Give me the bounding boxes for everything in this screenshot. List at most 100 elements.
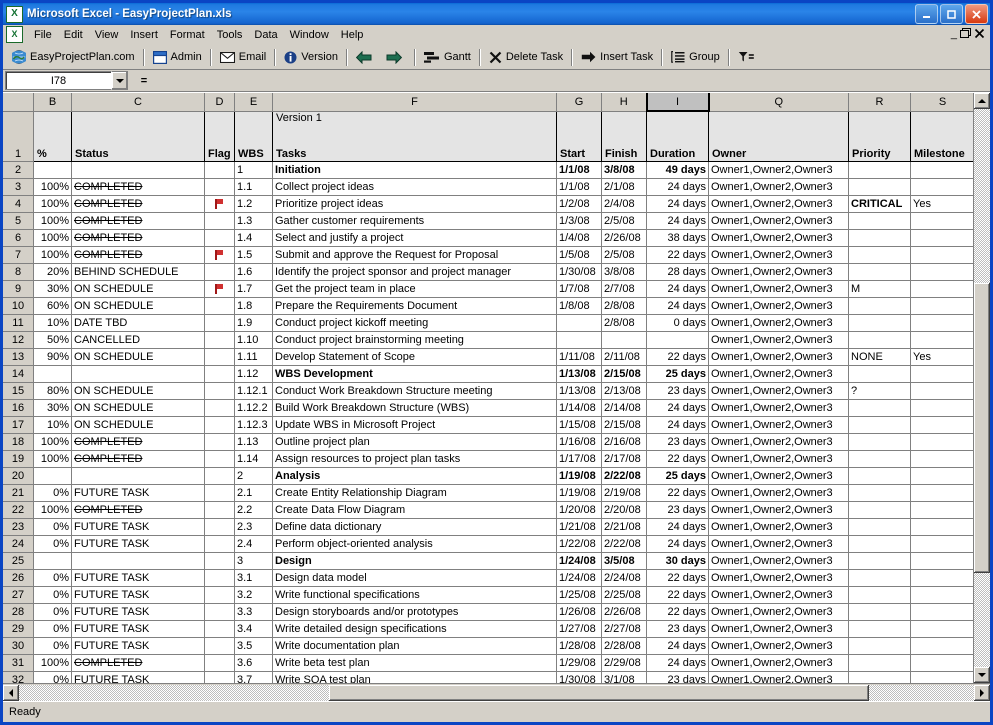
table-row[interactable]: 12 50% CANCELLED 1.10 Conduct project brains… bbox=[3, 331, 975, 349]
cell-wbs[interactable]: 2.4 bbox=[234, 535, 273, 553]
cell-wbs[interactable]: 1.6 bbox=[234, 263, 273, 281]
cell-task[interactable]: Gather customer requirements bbox=[272, 212, 557, 230]
cell-percent[interactable]: 0% bbox=[33, 535, 72, 553]
cell-owner[interactable]: Owner1,Owner2,Owner3 bbox=[708, 586, 849, 604]
cell-task[interactable]: Design data model bbox=[272, 569, 557, 587]
cell-status[interactable] bbox=[71, 365, 205, 383]
scroll-left-button[interactable] bbox=[3, 684, 19, 701]
cell-status[interactable]: FUTURE TASK bbox=[71, 535, 205, 553]
cell-start[interactable]: 1/16/08 bbox=[556, 433, 602, 451]
cell-status[interactable]: COMPLETED bbox=[71, 212, 205, 230]
cell-finish[interactable]: 2/7/08 bbox=[601, 280, 647, 298]
cell-status[interactable]: COMPLETED bbox=[71, 195, 205, 213]
cell-milestone[interactable] bbox=[910, 518, 975, 536]
cell-priority[interactable] bbox=[848, 620, 911, 638]
cell-wbs[interactable]: 1.14 bbox=[234, 450, 273, 468]
cell-wbs[interactable]: 3.6 bbox=[234, 654, 273, 672]
cell-percent[interactable]: 100% bbox=[33, 654, 72, 672]
cell-milestone[interactable] bbox=[910, 467, 975, 485]
row-header-8[interactable]: 8 bbox=[3, 263, 34, 281]
table-row[interactable]: 22 100% COMPLETED 2.2 Create Data Flow Diagr… bbox=[3, 501, 975, 519]
cell-percent[interactable]: 50% bbox=[33, 331, 72, 349]
cell-flag[interactable] bbox=[204, 535, 235, 553]
table-row[interactable]: 7 100% COMPLETED 1.5 Submit and approve the … bbox=[3, 246, 975, 264]
cell-status[interactable]: FUTURE TASK bbox=[71, 671, 205, 683]
maximize-button[interactable] bbox=[940, 4, 963, 24]
minimize-button[interactable] bbox=[915, 4, 938, 24]
cell-wbs[interactable]: 1.1 bbox=[234, 178, 273, 196]
cell-finish[interactable]: 2/8/08 bbox=[601, 297, 647, 315]
cell-flag[interactable] bbox=[204, 161, 235, 179]
cell-percent[interactable]: 60% bbox=[33, 297, 72, 315]
cell-start[interactable]: 1/20/08 bbox=[556, 501, 602, 519]
admin-button[interactable]: Admin bbox=[148, 47, 207, 68]
cell-finish[interactable]: 2/5/08 bbox=[601, 212, 647, 230]
cell-flag[interactable] bbox=[204, 314, 235, 332]
edit-formula-button[interactable]: = bbox=[133, 72, 155, 89]
cell-percent[interactable] bbox=[33, 161, 72, 179]
cell-milestone[interactable] bbox=[910, 331, 975, 349]
header-cell-s[interactable]: Milestone bbox=[910, 110, 975, 162]
cell-task[interactable]: Update WBS in Microsoft Project bbox=[272, 416, 557, 434]
cell-start[interactable]: 1/1/08 bbox=[556, 161, 602, 179]
cell-priority[interactable] bbox=[848, 399, 911, 417]
cell-task[interactable]: Design storyboards and/or prototypes bbox=[272, 603, 557, 621]
table-row[interactable]: 31 100% COMPLETED 3.6 Write beta test plan 1/… bbox=[3, 654, 975, 672]
cell-owner[interactable]: Owner1,Owner2,Owner3 bbox=[708, 552, 849, 570]
vertical-scroll-thumb[interactable] bbox=[974, 283, 990, 573]
cell-flag[interactable] bbox=[204, 603, 235, 621]
cell-task[interactable]: WBS Development bbox=[272, 365, 557, 383]
cell-milestone[interactable] bbox=[910, 263, 975, 281]
cell-finish[interactable]: 2/28/08 bbox=[601, 637, 647, 655]
table-row[interactable]: 8 20% BEHIND SCHEDULE 1.6 Identify the proje… bbox=[3, 263, 975, 281]
cell-owner[interactable]: Owner1,Owner2,Owner3 bbox=[708, 484, 849, 502]
cell-flag[interactable] bbox=[204, 654, 235, 672]
row-header-3[interactable]: 3 bbox=[3, 178, 34, 196]
cell-status[interactable]: COMPLETED bbox=[71, 246, 205, 264]
cell-priority[interactable] bbox=[848, 603, 911, 621]
row-header-23[interactable]: 23 bbox=[3, 518, 34, 536]
cell-start[interactable]: 1/2/08 bbox=[556, 195, 602, 213]
cell-priority[interactable]: M bbox=[848, 280, 911, 298]
cell-wbs[interactable]: 2 bbox=[234, 467, 273, 485]
row-header-16[interactable]: 16 bbox=[3, 399, 34, 417]
table-row[interactable]: 10 60% ON SCHEDULE 1.8 Prepare the Requireme… bbox=[3, 297, 975, 315]
cell-milestone[interactable] bbox=[910, 484, 975, 502]
cell-task[interactable]: Write detailed design specifications bbox=[272, 620, 557, 638]
cell-milestone[interactable] bbox=[910, 178, 975, 196]
cell-flag[interactable] bbox=[204, 382, 235, 400]
menu-item-data[interactable]: Data bbox=[248, 27, 283, 43]
row-header-4[interactable]: 4 bbox=[3, 195, 34, 213]
cell-priority[interactable] bbox=[848, 535, 911, 553]
cell-priority[interactable] bbox=[848, 365, 911, 383]
cell-flag[interactable] bbox=[204, 484, 235, 502]
cell-task[interactable]: Write SQA test plan bbox=[272, 671, 557, 683]
cell-priority[interactable] bbox=[848, 433, 911, 451]
row-header-20[interactable]: 20 bbox=[3, 467, 34, 485]
cell-milestone[interactable] bbox=[910, 620, 975, 638]
cell-wbs[interactable]: 3.4 bbox=[234, 620, 273, 638]
cell-milestone[interactable] bbox=[910, 382, 975, 400]
menu-item-help[interactable]: Help bbox=[335, 27, 370, 43]
row-header-10[interactable]: 10 bbox=[3, 297, 34, 315]
row-header-14[interactable]: 14 bbox=[3, 365, 34, 383]
cell-duration[interactable]: 24 days bbox=[646, 212, 709, 230]
group-button[interactable]: Group bbox=[666, 47, 725, 68]
cell-priority[interactable] bbox=[848, 518, 911, 536]
cell-percent[interactable]: 0% bbox=[33, 569, 72, 587]
table-row[interactable]: 2 1 Initiation 1/1/08 3/8/08 49 days Owner1,Ow… bbox=[3, 161, 975, 179]
scroll-right-button[interactable] bbox=[974, 684, 990, 701]
cell-status[interactable]: ON SCHEDULE bbox=[71, 382, 205, 400]
cell-finish[interactable]: 2/8/08 bbox=[601, 314, 647, 332]
cell-finish[interactable]: 2/20/08 bbox=[601, 501, 647, 519]
header-cell-d[interactable]: Flag bbox=[204, 110, 235, 162]
cell-priority[interactable] bbox=[848, 297, 911, 315]
cell-start[interactable]: 1/8/08 bbox=[556, 297, 602, 315]
horizontal-scroll-track[interactable] bbox=[19, 684, 974, 701]
cell-priority[interactable] bbox=[848, 654, 911, 672]
cell-flag[interactable] bbox=[204, 450, 235, 468]
cell-owner[interactable]: Owner1,Owner2,Owner3 bbox=[708, 620, 849, 638]
cell-wbs[interactable]: 1.7 bbox=[234, 280, 273, 298]
cell-wbs[interactable]: 1.12.2 bbox=[234, 399, 273, 417]
table-row[interactable]: 6 100% COMPLETED 1.4 Select and justify a pr… bbox=[3, 229, 975, 247]
